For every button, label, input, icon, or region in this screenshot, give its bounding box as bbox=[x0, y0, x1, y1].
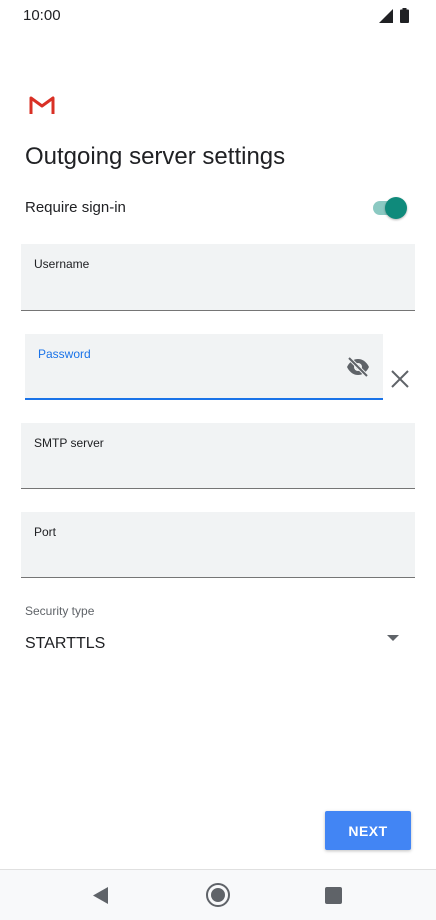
battery-icon bbox=[400, 8, 409, 23]
username-label: Username bbox=[34, 257, 90, 271]
navigation-bar bbox=[0, 869, 436, 920]
status-time: 10:00 bbox=[23, 7, 61, 24]
password-field[interactable]: Password bbox=[25, 334, 383, 400]
port-label: Port bbox=[34, 525, 57, 539]
username-input[interactable] bbox=[34, 282, 365, 302]
arrow-drop-down-icon bbox=[387, 635, 399, 641]
status-bar: 10:00 bbox=[0, 0, 436, 32]
close-icon[interactable] bbox=[389, 368, 411, 390]
require-signin-toggle[interactable] bbox=[371, 196, 409, 220]
status-icons bbox=[379, 8, 409, 23]
security-type-label: Security type bbox=[25, 604, 95, 618]
smtp-server-input[interactable] bbox=[34, 460, 365, 480]
port-field[interactable]: Port bbox=[21, 512, 415, 578]
smtp-server-label: SMTP server bbox=[34, 436, 104, 450]
security-type-select[interactable]: STARTTLS bbox=[25, 626, 409, 662]
back-icon[interactable] bbox=[92, 886, 110, 905]
password-input[interactable] bbox=[38, 370, 333, 390]
recents-icon[interactable] bbox=[325, 887, 342, 904]
visibility-off-icon[interactable] bbox=[345, 356, 371, 378]
require-signin-label: Require sign-in bbox=[25, 199, 126, 216]
next-button[interactable]: NEXT bbox=[325, 811, 411, 850]
toggle-thumb bbox=[385, 197, 407, 219]
page-title: Outgoing server settings bbox=[25, 143, 286, 170]
port-input[interactable] bbox=[34, 549, 365, 569]
signal-icon bbox=[379, 8, 393, 23]
smtp-server-field[interactable]: SMTP server bbox=[21, 423, 415, 489]
username-field[interactable]: Username bbox=[21, 244, 415, 311]
gmail-logo-icon bbox=[29, 96, 55, 114]
password-label: Password bbox=[38, 347, 91, 361]
home-icon[interactable] bbox=[205, 882, 231, 908]
security-type-value: STARTTLS bbox=[25, 635, 106, 652]
